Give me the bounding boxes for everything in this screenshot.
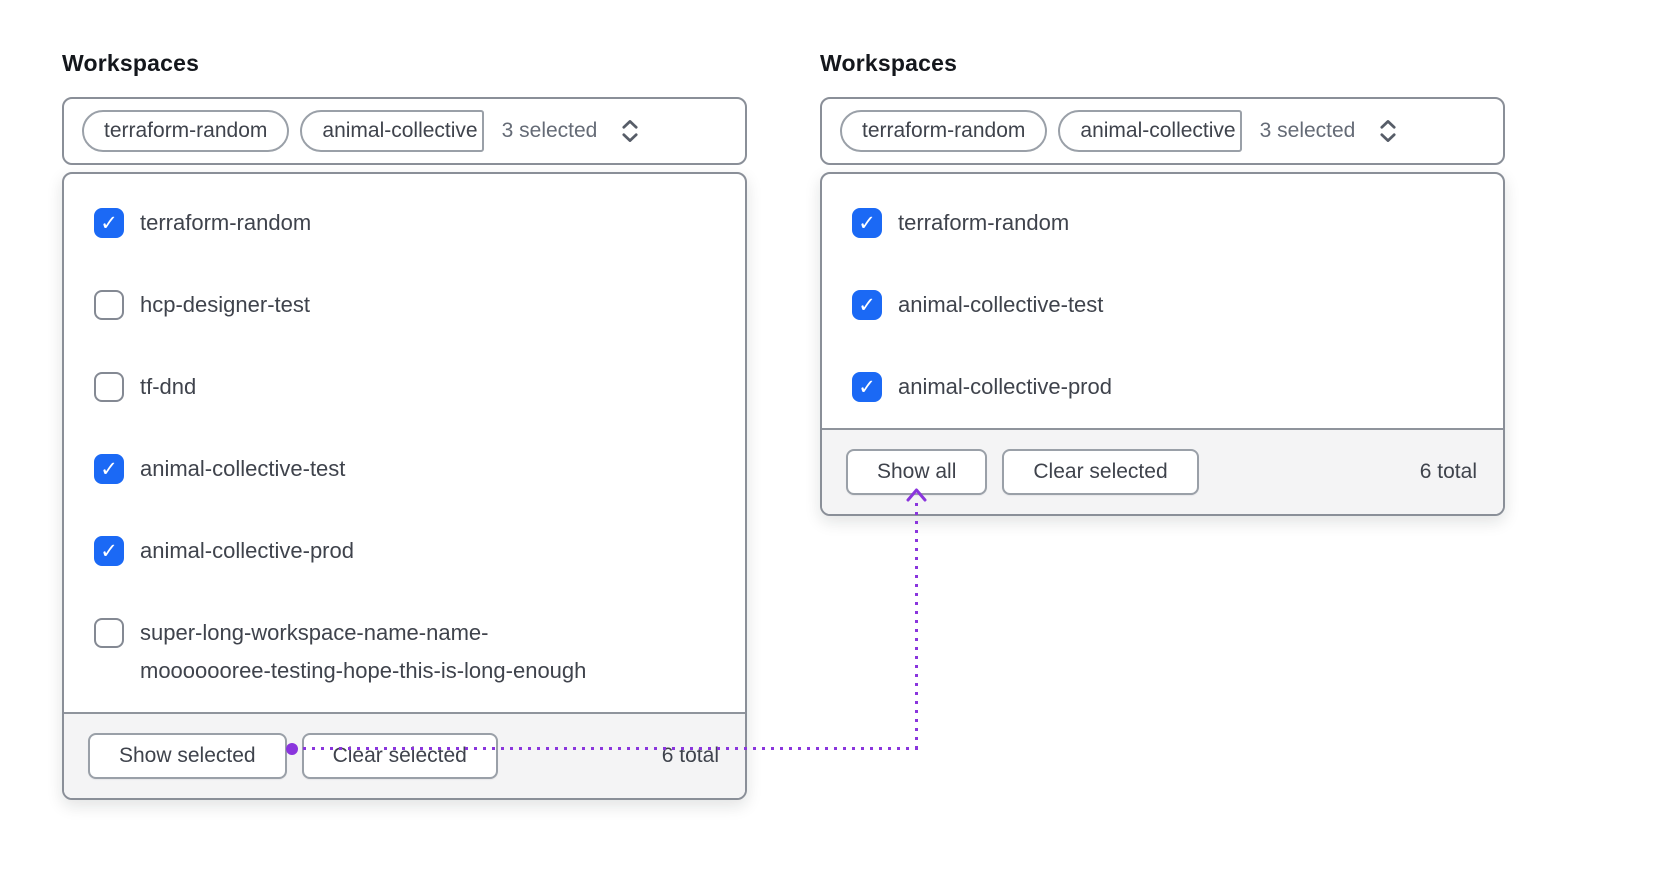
selected-pill-truncated: animal-collective bbox=[1058, 110, 1242, 152]
workspace-option-label: hcp-designer-test bbox=[140, 292, 310, 317]
list-item[interactable]: ✓ terraform-random bbox=[822, 182, 1503, 264]
workspaces-multiselect-expanded: Workspaces terraform-random animal-colle… bbox=[62, 50, 747, 800]
multiselect-dropdown: ✓ terraform-random ✓ hcp-designer-test ✓… bbox=[62, 172, 747, 800]
show-selected-button[interactable]: Show selected bbox=[88, 733, 287, 779]
list-item[interactable]: ✓ super-long-workspace-name-name- mooooo… bbox=[64, 592, 745, 712]
workspace-option-list: ✓ terraform-random ✓ animal-collective-t… bbox=[822, 174, 1503, 428]
multiselect-dropdown: ✓ terraform-random ✓ animal-collective-t… bbox=[820, 172, 1505, 516]
workspace-option-label: terraform-random bbox=[898, 210, 1070, 235]
multiselect-toggle[interactable]: terraform-random animal-collective 3 sel… bbox=[62, 97, 747, 165]
caret-sort-icon bbox=[617, 117, 643, 145]
list-item[interactable]: ✓ animal-collective-test bbox=[64, 428, 745, 510]
check-icon: ✓ bbox=[858, 375, 876, 399]
check-icon: ✓ bbox=[858, 211, 876, 235]
checkbox[interactable]: ✓ bbox=[852, 290, 882, 320]
workspace-option-label: animal-collective-prod bbox=[140, 538, 354, 563]
check-icon: ✓ bbox=[100, 539, 118, 563]
check-icon: ✓ bbox=[100, 211, 118, 235]
workspace-option-label: super-long-workspace-name-name- moooooor… bbox=[140, 620, 587, 683]
dropdown-footer: Show all Clear selected 6 total bbox=[822, 428, 1503, 514]
selected-pill-truncated: animal-collective bbox=[300, 110, 484, 152]
workspace-option-label: animal-collective-test bbox=[898, 292, 1104, 317]
clear-selected-button[interactable]: Clear selected bbox=[301, 733, 498, 779]
list-item[interactable]: ✓ animal-collective-test bbox=[822, 264, 1503, 346]
total-count: 6 total bbox=[661, 744, 719, 767]
multiselect-toggle[interactable]: terraform-random animal-collective 3 sel… bbox=[820, 97, 1505, 165]
checkbox[interactable]: ✓ bbox=[94, 372, 124, 402]
check-icon: ✓ bbox=[100, 457, 118, 481]
annotation-line-vertical bbox=[915, 503, 918, 748]
list-item[interactable]: ✓ tf-dnd bbox=[64, 346, 745, 428]
checkbox[interactable]: ✓ bbox=[94, 536, 124, 566]
list-item[interactable]: ✓ terraform-random bbox=[64, 182, 745, 264]
workspace-option-list: ✓ terraform-random ✓ hcp-designer-test ✓… bbox=[64, 174, 745, 712]
checkbox[interactable]: ✓ bbox=[852, 208, 882, 238]
list-item[interactable]: ✓ hcp-designer-test bbox=[64, 264, 745, 346]
selected-count: 3 selected bbox=[1259, 119, 1356, 142]
workspace-option-label: tf-dnd bbox=[140, 374, 197, 399]
show-all-button[interactable]: Show all bbox=[846, 449, 988, 495]
checkbox[interactable]: ✓ bbox=[94, 208, 124, 238]
workspace-option-label: animal-collective-test bbox=[140, 456, 346, 481]
workspace-option-label: animal-collective-prod bbox=[898, 374, 1112, 399]
checkbox[interactable]: ✓ bbox=[94, 618, 124, 648]
workspace-option-label: terraform-random bbox=[140, 210, 312, 235]
checkbox[interactable]: ✓ bbox=[94, 454, 124, 484]
checkbox[interactable]: ✓ bbox=[852, 372, 882, 402]
workspaces-label: Workspaces bbox=[820, 50, 958, 76]
selected-pill: terraform-random bbox=[840, 110, 1048, 152]
list-item[interactable]: ✓ animal-collective-prod bbox=[64, 510, 745, 592]
checkbox[interactable]: ✓ bbox=[94, 290, 124, 320]
list-item[interactable]: ✓ animal-collective-prod bbox=[822, 346, 1503, 428]
dropdown-footer: Show selected Clear selected 6 total bbox=[64, 712, 745, 798]
total-count: 6 total bbox=[1419, 460, 1477, 483]
selected-count: 3 selected bbox=[501, 119, 598, 142]
caret-sort-icon bbox=[1375, 117, 1401, 145]
workspaces-label: Workspaces bbox=[62, 50, 200, 76]
selected-pill: terraform-random bbox=[82, 110, 290, 152]
clear-selected-button[interactable]: Clear selected bbox=[1002, 449, 1199, 495]
workspaces-multiselect-filtered: Workspaces terraform-random animal-colle… bbox=[820, 50, 1505, 516]
check-icon: ✓ bbox=[858, 293, 876, 317]
